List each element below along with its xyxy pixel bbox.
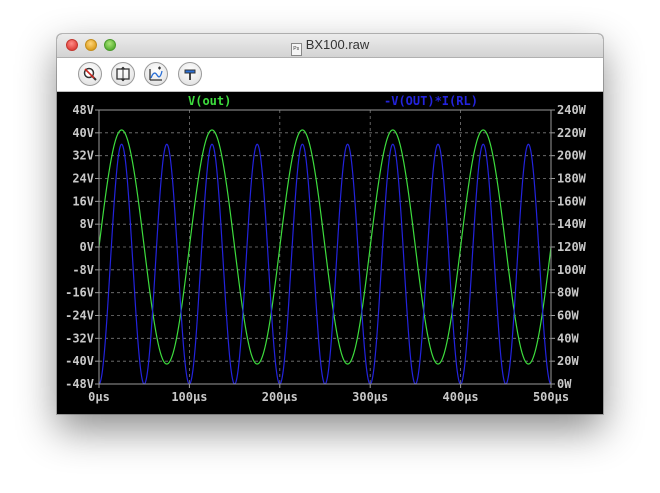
zoom-button[interactable] [78,62,102,86]
y-left-tick-label: -8V [72,263,94,277]
x-tick-label: 400µs [443,390,479,404]
y-left-tick-label: -40V [65,354,94,368]
y-right-tick-label: 140W [557,217,587,231]
autorange-icon [116,66,130,82]
y-right-tick-label: 20W [557,354,579,368]
y-right-tick-label: 220W [557,126,587,140]
y-left-tick-label: -48V [65,377,94,391]
y-right-tick-label: 180W [557,172,587,186]
plot-window: Ps BX100.raw V(out) -V(OUT)*I(RL) 48V 24… [57,34,603,414]
y-right-tick-label: 120W [557,240,587,254]
plot-area[interactable]: V(out) -V(OUT)*I(RL) 48V 240W 40V 220W 32V 20… [57,92,603,414]
title-bar[interactable]: Ps BX100.raw [57,34,603,58]
y-left-tick-label: 8V [80,217,94,231]
y-left-tick-label: 24V [72,172,94,186]
y-right-tick-label: 200W [557,149,587,163]
window-title-text: BX100.raw [305,37,370,52]
y-right-tick-label: 240W [557,103,587,117]
add-trace-icon [149,66,163,81]
window-title: Ps BX100.raw [57,37,603,56]
x-tick-label: 300µs [352,390,388,404]
y-left-tick-label: 48V [72,103,94,117]
y-left-tick-label: 0V [80,240,94,254]
probe-icon [184,69,196,80]
y-left-tick-label: -16V [65,286,94,300]
y-left-tick-label: -32V [65,331,94,345]
series-line-1 [98,143,552,385]
waveform-chart[interactable]: V(out) -V(OUT)*I(RL) 48V 240W 40V 220W 32V 20… [57,92,603,414]
y-right-tick-label: 80W [557,286,579,300]
y-right-tick-label: 100W [557,263,587,277]
series-traces [98,129,552,385]
legend-power[interactable]: -V(OUT)*I(RL) [384,94,478,108]
y-left-tick-label: -24V [65,309,94,323]
y-right-tick-label: 160W [557,194,587,208]
y-right-tick-label: 0W [557,377,572,391]
legend-v-out[interactable]: V(out) [188,94,231,108]
x-tick-label: 0µs [88,390,110,404]
y-left-tick-label: 32V [72,149,94,163]
file-icon: Ps [290,43,302,56]
y-left-tick-label: 40V [72,126,94,140]
add-trace-button[interactable] [144,62,168,86]
x-tick-label: 200µs [262,390,298,404]
autorange-button[interactable] [111,62,135,86]
toolbar [57,58,603,92]
y-left-tick-label: 16V [72,194,94,208]
x-tick-label: 500µs [533,390,569,404]
probe-button[interactable] [178,62,202,86]
y-right-tick-label: 60W [557,309,579,323]
y-right-tick-label: 40W [557,331,579,345]
zoom-icon [83,67,97,81]
x-tick-label: 100µs [171,390,207,404]
